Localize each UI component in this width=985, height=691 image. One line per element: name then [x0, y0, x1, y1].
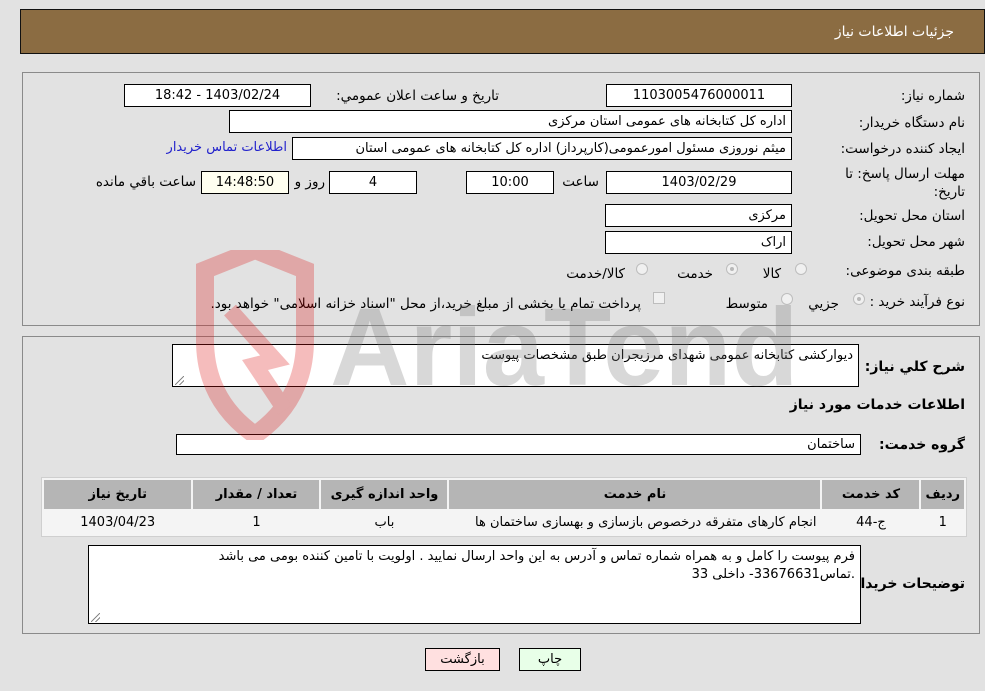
- services-table: ردیف کد خدمت نام خدمت واحد اندازه گیری ت…: [41, 477, 967, 537]
- purchase-type-option-minor: جزيي: [808, 296, 839, 312]
- remaining-time-label: ساعت باقي مانده: [95, 174, 196, 190]
- summary-label: شرح کلي نياز:: [864, 359, 965, 375]
- buyer-notes-textarea[interactable]: فرم پیوست را کامل و به همراه شماره تماس …: [88, 545, 861, 624]
- category-radio-service[interactable]: [726, 263, 738, 275]
- resize-grip-icon[interactable]: [175, 376, 184, 385]
- requester-field: میثم نوروزی مسئول امورعمومی(کارپرداز) اد…: [292, 137, 792, 160]
- purchase-type-radio-minor[interactable]: [853, 293, 865, 305]
- need-details-panel: شماره نیاز: 1103005476000011 تاريخ و ساع…: [22, 72, 980, 326]
- deadline-time-label: ساعت: [562, 174, 599, 190]
- col-header-quantity: تعداد / مقدار: [193, 480, 320, 509]
- category-option-goods-service: کالا/خدمت: [566, 266, 625, 282]
- cell-service-name: انجام کارهای متفرقه درخصوص بازسازی و بهس…: [449, 511, 821, 534]
- category-radio-goods-service[interactable]: [636, 263, 648, 275]
- col-header-service-code: کد خدمت: [822, 480, 920, 509]
- deadline-label: مهلت ارسال پاسخ: تا تاریخ:: [845, 166, 965, 200]
- requester-label: ایجاد کننده درخواست:: [840, 141, 965, 157]
- treasury-bonds-label: پرداخت تمام یا بخشی از مبلغ خرید،از محل …: [210, 296, 641, 312]
- col-header-row-number: ردیف: [921, 480, 964, 509]
- buyer-org-field: اداره کل کتابخانه های عمومی استان مرکزی: [229, 110, 792, 133]
- col-header-need-date: تاریخ نیاز: [44, 480, 192, 509]
- category-radio-goods[interactable]: [795, 263, 807, 275]
- cell-row-number: 1: [921, 511, 964, 534]
- category-label: طبقه بندی موضوعی:: [845, 263, 965, 279]
- purchase-type-option-medium: متوسط: [725, 296, 768, 312]
- page-title: جزئیات اطلاعات نیاز: [834, 24, 954, 40]
- purchase-type-label: نوع فرآیند خرید :: [869, 294, 965, 310]
- back-button[interactable]: بازگشت: [425, 648, 500, 671]
- announce-datetime-field: 1403/02/24 - 18:42: [124, 84, 311, 107]
- need-number-label: شماره نیاز:: [900, 88, 965, 104]
- deadline-time-field: 10:00: [466, 171, 554, 194]
- treasury-bonds-checkbox[interactable]: [653, 292, 665, 304]
- need-number-field: 1103005476000011: [606, 84, 792, 107]
- table-row: 1 ج-44 انجام کارهای متفرقه درخصوص بازساز…: [44, 511, 964, 534]
- buyer-notes-line-1: فرم پیوست را کامل و به همراه شماره تماس …: [218, 549, 855, 564]
- col-header-service-name: نام خدمت: [449, 480, 821, 509]
- buyer-contact-link[interactable]: اطلاعات تماس خریدار: [167, 140, 287, 155]
- delivery-city-field: اراک: [605, 231, 792, 254]
- services-panel: شرح کلي نياز: دیوارکشی کتابخانه عمومی شه…: [22, 336, 980, 634]
- summary-text: دیوارکشی کتابخانه عمومی شهدای مرزیجران ط…: [481, 348, 853, 363]
- announce-datetime-label: تاريخ و ساعت اعلان عمومي:: [336, 88, 499, 104]
- table-header-row: ردیف کد خدمت نام خدمت واحد اندازه گیری ت…: [44, 480, 964, 509]
- cell-unit: باب: [321, 511, 448, 534]
- cell-need-date: 1403/04/23: [44, 511, 192, 534]
- col-header-unit: واحد اندازه گیری: [321, 480, 448, 509]
- category-option-goods: کالا: [762, 266, 781, 282]
- remaining-days-field: 4: [329, 171, 417, 194]
- remaining-days-label: روز و: [294, 174, 325, 190]
- print-button[interactable]: چاپ: [519, 648, 581, 671]
- summary-textarea[interactable]: دیوارکشی کتابخانه عمومی شهدای مرزیجران ط…: [172, 344, 859, 387]
- delivery-city-label: شهر محل تحویل:: [867, 234, 965, 250]
- buyer-notes-label: توضیحات خریدار:: [846, 576, 965, 592]
- deadline-date-field: 1403/02/29: [606, 171, 792, 194]
- buyer-org-label: نام دستگاه خریدار:: [858, 115, 965, 131]
- page-header: جزئیات اطلاعات نیاز: [20, 9, 985, 54]
- resize-grip-icon[interactable]: [91, 613, 100, 622]
- services-section-title: اطلاعات خدمات مورد نیاز: [789, 397, 965, 413]
- delivery-province-label: استان محل تحویل:: [859, 208, 965, 224]
- service-group-field: ساختمان: [176, 434, 861, 455]
- service-group-label: گروه خدمت:: [879, 437, 965, 453]
- remaining-time-field: 14:48:50: [201, 171, 289, 194]
- delivery-province-field: مرکزی: [605, 204, 792, 227]
- cell-quantity: 1: [193, 511, 320, 534]
- purchase-type-radio-medium[interactable]: [781, 293, 793, 305]
- cell-service-code: ج-44: [822, 511, 920, 534]
- category-option-service: خدمت: [677, 266, 713, 282]
- buyer-notes-line-2: .تماس33676631- داخلی 33: [691, 567, 855, 582]
